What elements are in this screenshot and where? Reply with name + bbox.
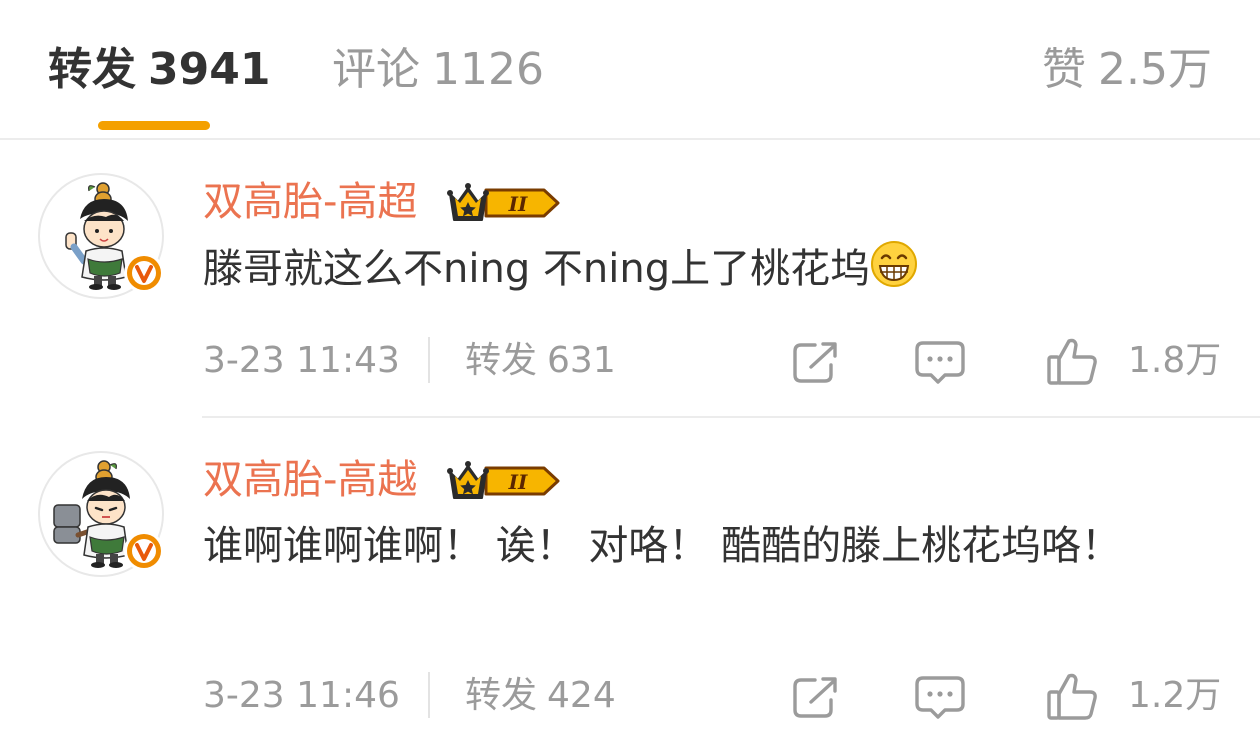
vip-level-text: II	[508, 470, 528, 494]
tab-comments-label: 评论	[332, 44, 420, 95]
comment-item: 双高胎-高超 II 滕哥就这么不ning 不ning上了桃花坞 3-23 11:…	[0, 140, 1260, 418]
comment-text: 谁啊谁啊谁啊！ 诶！ 对咯！ 酷酷的滕上桃花坞咯！	[203, 518, 1213, 574]
comment-icon[interactable]	[915, 339, 965, 385]
tab-reposts[interactable]: 转发 3941	[48, 40, 270, 100]
grin-emoji-icon	[871, 241, 918, 287]
comment-meta: 3-23 11:43 转发 631 1.8万	[203, 333, 1222, 389]
tab-reposts-count: 3941	[148, 44, 271, 95]
thumbs-up-icon[interactable]	[1046, 670, 1098, 722]
timestamp: 3-23 11:43	[203, 340, 400, 381]
verified-icon	[124, 253, 164, 293]
repost-count: 631	[547, 340, 616, 381]
repost-label: 转发	[465, 675, 538, 716]
crown-vip-badge-icon: II	[447, 183, 560, 221]
comment-body: 谁啊谁啊谁啊！ 诶！ 对咯！ 酷酷的滕上桃花坞咯！	[203, 523, 1122, 569]
like-count: 1.2万	[1128, 675, 1222, 716]
divider	[428, 337, 430, 383]
timestamp: 3-23 11:46	[203, 675, 400, 716]
repost-count-link[interactable]: 转发 631	[465, 333, 616, 389]
repost-label: 转发	[465, 340, 538, 381]
repost-count: 424	[547, 675, 616, 716]
tab-comments-count: 1126	[432, 44, 544, 95]
repost-count-link[interactable]: 转发 424	[465, 668, 616, 724]
crown-vip-badge-icon: II	[447, 461, 560, 499]
thumbs-up-icon[interactable]	[1046, 335, 1098, 387]
tab-bar: 转发 3941 评论 1126 赞 2.5万	[0, 0, 1260, 140]
tab-reposts-label: 转发	[48, 44, 136, 95]
comment-item: 双高胎-高越 II 谁啊谁啊谁啊！ 诶！ 对咯！ 酷酷的滕上桃花坞咯！ 3-23…	[0, 418, 1260, 748]
tab-likes[interactable]: 赞 2.5万	[1042, 40, 1212, 100]
verified-icon	[124, 531, 164, 571]
tab-likes-label: 赞	[1042, 44, 1087, 95]
share-icon[interactable]	[791, 339, 839, 385]
username[interactable]: 双高胎-高超	[203, 174, 417, 230]
share-icon[interactable]	[791, 674, 839, 720]
divider	[428, 672, 430, 718]
vip-level-text: II	[508, 192, 528, 216]
like-count: 1.8万	[1128, 340, 1222, 381]
avatar[interactable]	[38, 451, 164, 577]
comment-meta: 3-23 11:46 转发 424 1.2万	[203, 668, 1222, 724]
active-tab-indicator	[98, 121, 210, 130]
avatar[interactable]	[38, 173, 164, 299]
comment-icon[interactable]	[915, 674, 965, 720]
tab-likes-count: 2.5万	[1098, 44, 1212, 95]
tab-comments[interactable]: 评论 1126	[332, 40, 544, 100]
comment-body: 滕哥就这么不ning 不ning上了桃花坞	[203, 246, 871, 292]
username[interactable]: 双高胎-高越	[203, 452, 417, 508]
comment-text: 滕哥就这么不ning 不ning上了桃花坞	[203, 240, 1213, 297]
